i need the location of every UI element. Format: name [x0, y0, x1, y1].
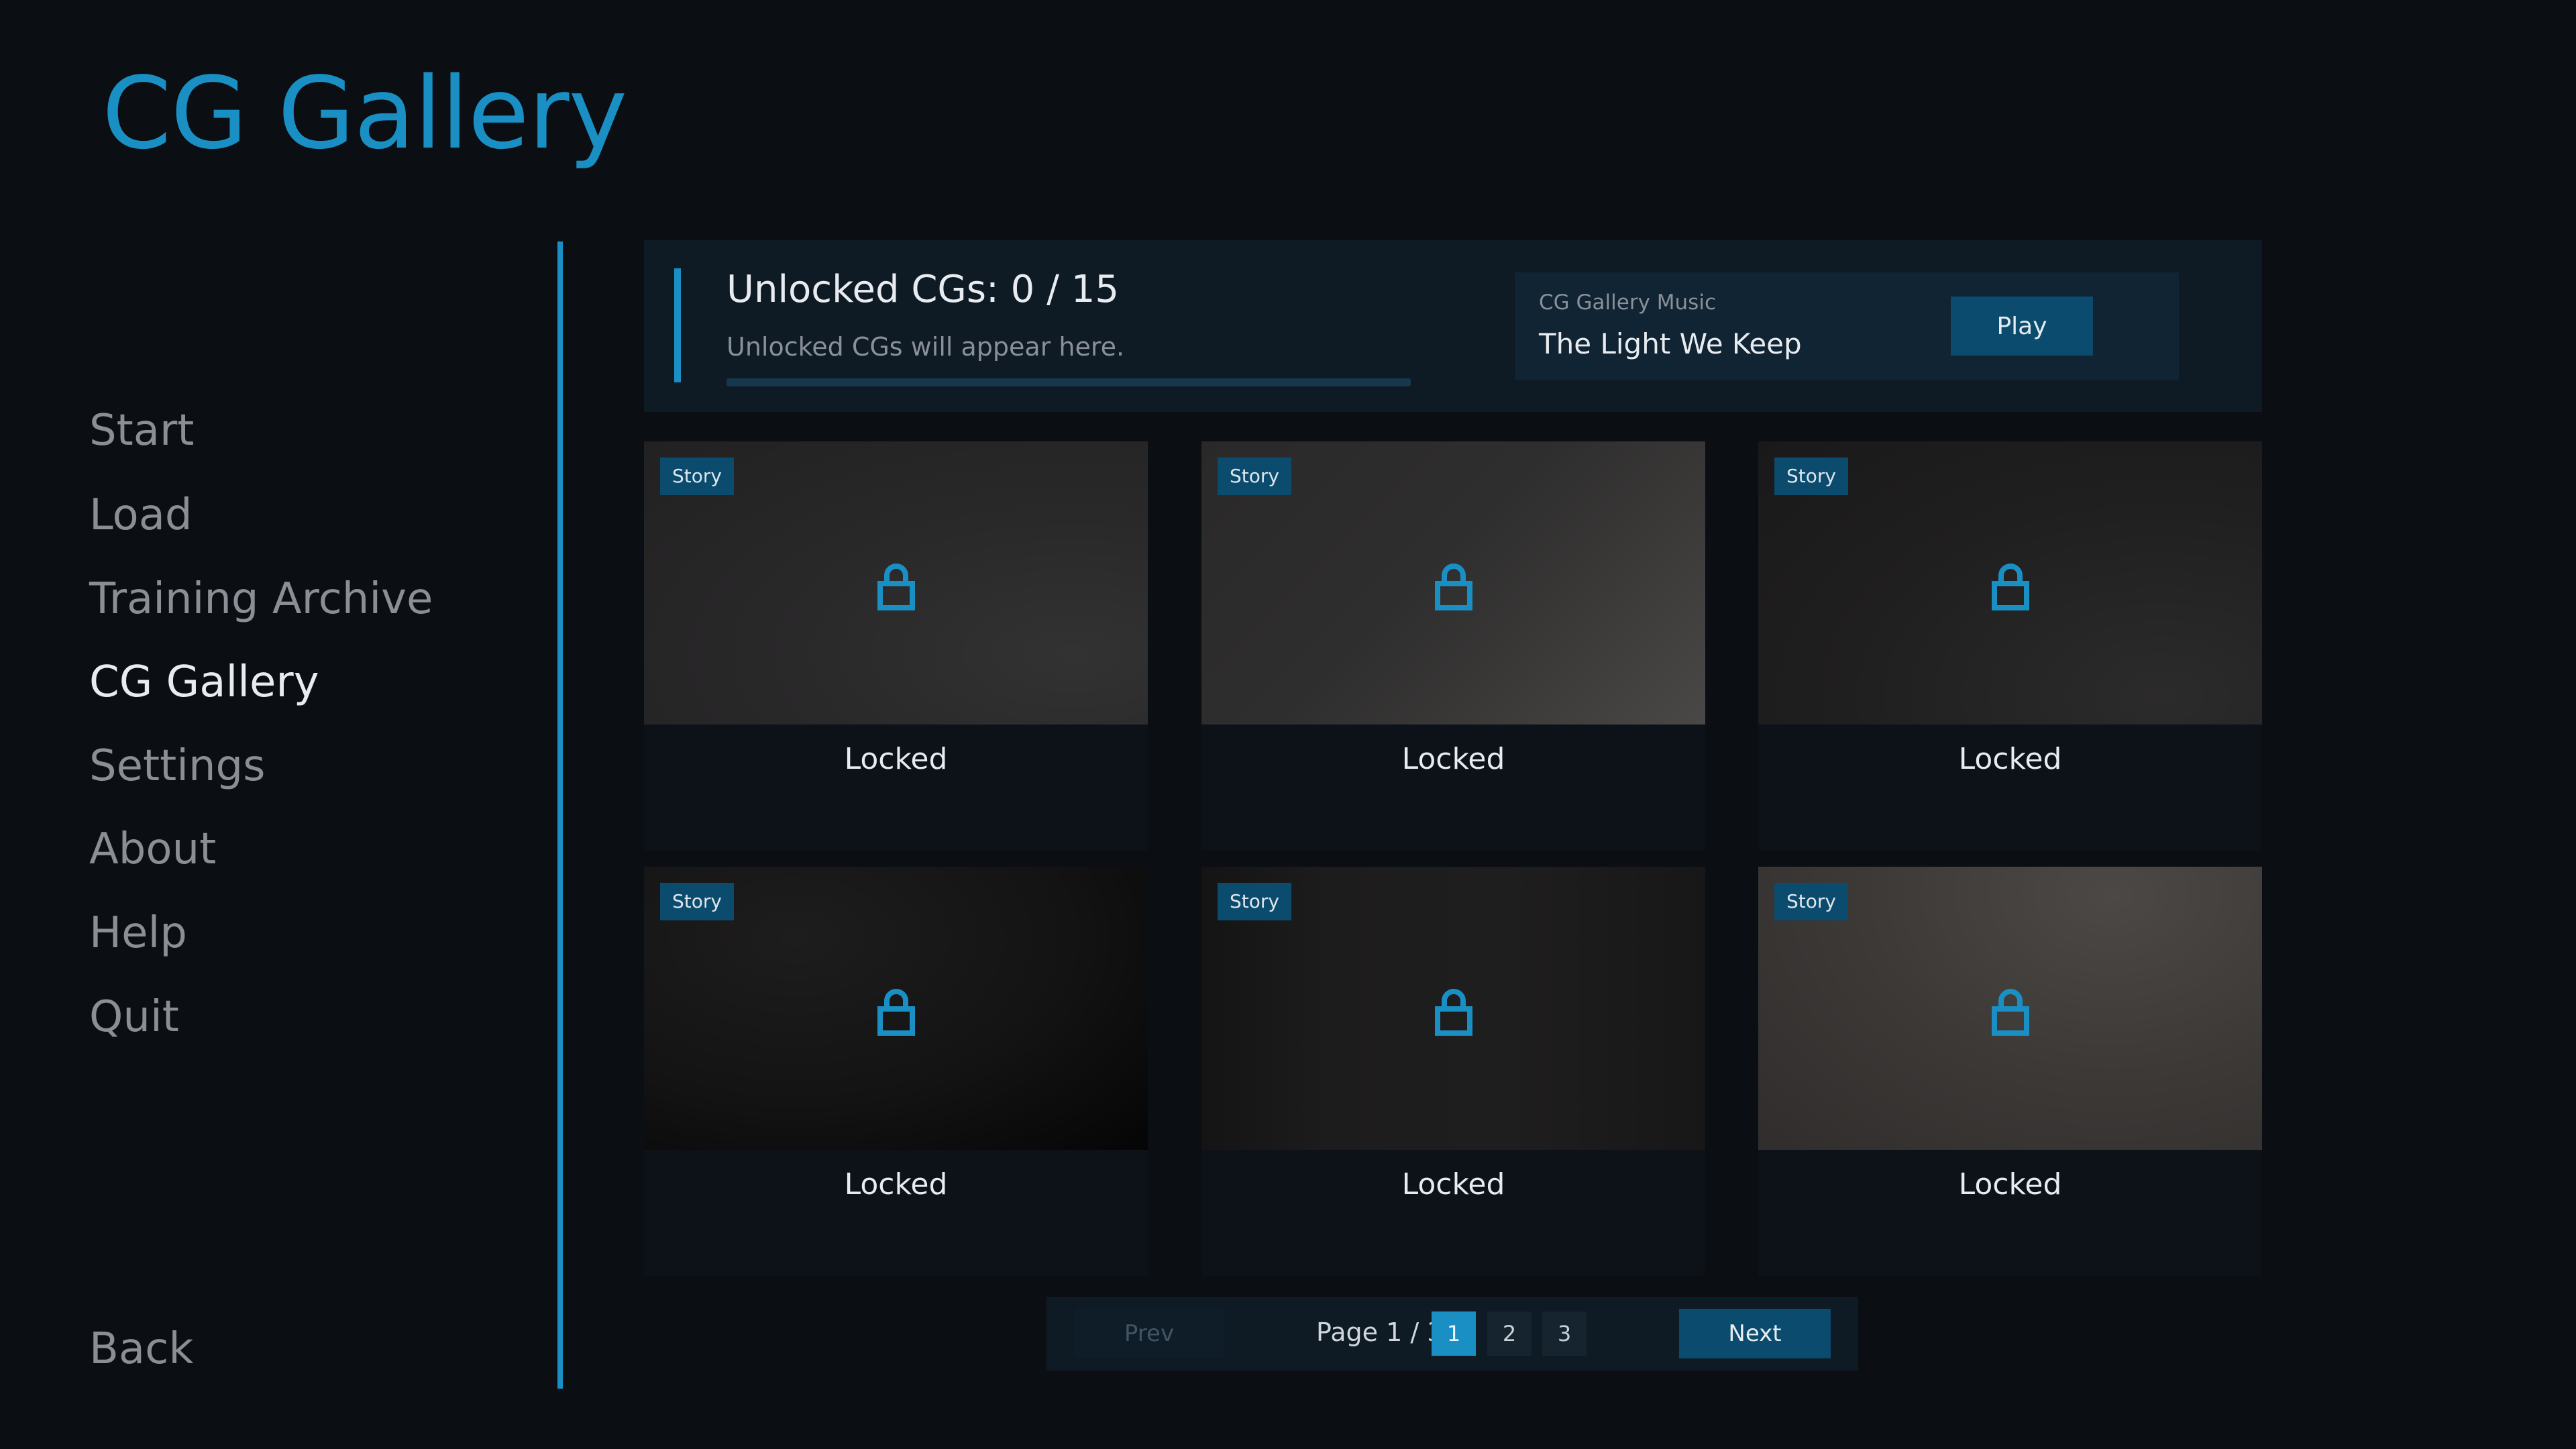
page-button-2[interactable]: 2 [1487, 1311, 1532, 1356]
cg-card[interactable]: Story Locked [1758, 867, 2262, 1276]
page-indicator: Page 1 / 3 [1316, 1318, 1444, 1347]
cg-card[interactable]: Story Locked [1201, 441, 1705, 851]
lock-icon [877, 564, 915, 610]
music-track-title: The Light We Keep [1539, 327, 1802, 360]
next-page-button[interactable]: Next [1679, 1309, 1831, 1358]
category-tag: Story [1218, 458, 1291, 495]
menu-divider [557, 241, 563, 1389]
unlock-progress-bar [727, 378, 1411, 386]
nav-settings[interactable]: Settings [89, 745, 266, 788]
lock-icon [1435, 989, 1472, 1036]
card-status: Locked [844, 742, 948, 776]
category-tag: Story [1774, 883, 1848, 920]
back-button[interactable]: Back [89, 1328, 193, 1371]
lock-icon [1992, 564, 2029, 610]
unlock-hint: Unlocked CGs will appear here. [727, 332, 1125, 362]
nav-training-archive[interactable]: Training Archive [89, 578, 433, 621]
nav-help[interactable]: Help [89, 912, 187, 955]
page-button-1[interactable]: 1 [1432, 1311, 1476, 1356]
cg-card[interactable]: Story Locked [644, 441, 1148, 851]
card-status: Locked [1958, 1167, 2062, 1201]
prev-page-button[interactable]: Prev [1075, 1309, 1224, 1358]
category-tag: Story [660, 883, 734, 920]
category-tag: Story [1774, 458, 1848, 495]
category-tag: Story [660, 458, 734, 495]
music-label: CG Gallery Music [1539, 290, 1716, 315]
card-status: Locked [1401, 1167, 1505, 1201]
banner-accent-bar [674, 268, 681, 382]
card-status: Locked [1401, 742, 1505, 776]
pagination: Prev Page 1 / 3 1 2 3 Next [1046, 1297, 1858, 1371]
cg-card[interactable]: Story Locked [1758, 441, 2262, 851]
nav-start[interactable]: Start [89, 409, 194, 452]
nav-cg-gallery[interactable]: CG Gallery [89, 661, 319, 704]
cg-card[interactable]: Story Locked [1201, 867, 1705, 1276]
card-status: Locked [1958, 742, 2062, 776]
unlock-count: Unlocked CGs: 0 / 15 [727, 268, 1120, 311]
cg-gallery-screen: CG Gallery Start Load Training Archive C… [0, 0, 2576, 1449]
lock-icon [1992, 989, 2029, 1036]
card-status: Locked [844, 1167, 948, 1201]
nav-quit[interactable]: Quit [89, 996, 179, 1038]
gallery-music-panel: CG Gallery Music The Light We Keep Play [1515, 272, 2179, 380]
cg-card[interactable]: Story Locked [644, 867, 1148, 1276]
page-title: CG Gallery [102, 56, 627, 171]
play-music-button[interactable]: Play [1951, 297, 2093, 356]
page-button-3[interactable]: 3 [1542, 1311, 1587, 1356]
nav-about[interactable]: About [89, 828, 216, 871]
lock-icon [877, 989, 915, 1036]
unlock-banner: Unlocked CGs: 0 / 15 Unlocked CGs will a… [644, 240, 2262, 412]
lock-icon [1435, 564, 1472, 610]
nav-load[interactable]: Load [89, 494, 193, 537]
category-tag: Story [1218, 883, 1291, 920]
